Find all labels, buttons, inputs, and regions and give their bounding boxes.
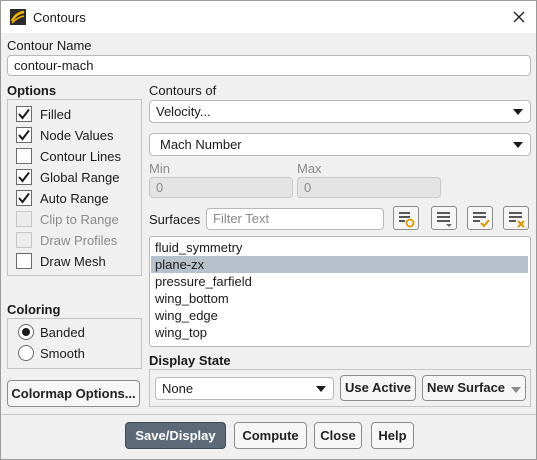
surface-list-item[interactable]: wing_bottom xyxy=(151,290,528,307)
use-active-button[interactable]: Use Active xyxy=(340,375,416,401)
colormap-options-label: Colormap Options... xyxy=(11,386,136,401)
deselect-all-button[interactable] xyxy=(503,206,529,230)
options-heading: Options xyxy=(7,83,57,98)
checkbox-draw-profiles-label: Draw Profiles xyxy=(40,233,118,248)
close-label: Close xyxy=(320,428,356,443)
checkbox-draw-mesh-label: Draw Mesh xyxy=(40,254,106,269)
radio-smooth[interactable] xyxy=(18,345,34,361)
display-state-heading: Display State xyxy=(149,353,231,368)
select-all-check-icon xyxy=(473,212,490,228)
new-surface-label: New Surface xyxy=(427,380,506,395)
select-all-button[interactable] xyxy=(431,206,457,230)
checkbox-node-values-label: Node Values xyxy=(40,128,114,143)
use-active-label: Use Active xyxy=(345,380,411,395)
radio-smooth-label: Smooth xyxy=(40,346,85,361)
surfaces-list: fluid_symmetry plane-zx pressure_farfield w… xyxy=(149,236,531,347)
checkbox-global-range[interactable] xyxy=(16,169,32,185)
ansys-fluent-icon xyxy=(10,9,26,25)
contours-of-category-value: Velocity... xyxy=(156,104,211,119)
chevron-down-icon xyxy=(511,387,521,393)
deselect-all-icon xyxy=(509,212,525,228)
checkbox-filled-label: Filled xyxy=(40,107,72,122)
checkmark-icon xyxy=(18,108,30,120)
checkmark-icon xyxy=(18,192,30,204)
checkbox-contour-lines[interactable] xyxy=(16,148,32,164)
display-state-select[interactable]: None xyxy=(155,377,334,400)
chevron-down-icon xyxy=(513,142,523,148)
contours-of-quantity-value: Mach Number xyxy=(160,137,242,152)
chevron-down-icon xyxy=(513,109,523,115)
help-label: Help xyxy=(378,428,407,443)
radio-banded[interactable] xyxy=(18,324,34,340)
close-icon[interactable] xyxy=(509,7,529,27)
checkbox-auto-range-label: Auto Range xyxy=(40,191,109,206)
title-bar: Contours xyxy=(1,1,536,33)
save-display-label: Save/Display xyxy=(135,428,216,443)
chevron-down-icon xyxy=(316,386,326,392)
display-state-value: None xyxy=(162,381,194,396)
help-button[interactable]: Help xyxy=(371,422,414,449)
checkmark-icon xyxy=(18,129,30,141)
checkbox-clip-to-range-label: Clip to Range xyxy=(40,212,119,227)
checkbox-global-range-label: Global Range xyxy=(40,170,120,185)
surface-list-item[interactable]: fluid_symmetry xyxy=(151,239,528,256)
select-all-icon xyxy=(437,212,452,227)
new-surface-icon xyxy=(399,212,415,228)
coloring-heading: Coloring xyxy=(7,302,61,317)
max-label: Max xyxy=(297,161,322,176)
checkbox-clip-to-range xyxy=(16,211,32,227)
contour-name-label: Contour Name xyxy=(7,38,92,53)
coloring-panel: Banded Smooth xyxy=(7,318,142,369)
checkbox-node-values[interactable] xyxy=(16,127,32,143)
save-display-button[interactable]: Save/Display xyxy=(125,422,226,449)
new-surface-menu-button[interactable]: New Surface xyxy=(422,375,526,401)
contours-of-label: Contours of xyxy=(149,83,217,98)
surfaces-filter-input[interactable]: Filter Text xyxy=(206,208,384,230)
compute-button[interactable]: Compute xyxy=(234,422,307,449)
contours-dialog: Contours Contour Name contour-mach Optio… xyxy=(0,0,537,460)
max-input[interactable]: 0 xyxy=(297,177,441,198)
checkbox-contour-lines-label: Contour Lines xyxy=(40,149,121,164)
radio-banded-dot xyxy=(22,328,30,336)
surface-list-item[interactable]: plane-zx xyxy=(151,256,528,273)
contour-name-input[interactable]: contour-mach xyxy=(7,55,531,76)
checkmark-icon xyxy=(18,171,30,183)
min-input[interactable]: 0 xyxy=(149,177,293,198)
checkbox-draw-mesh[interactable] xyxy=(16,253,32,269)
checkbox-filled[interactable] xyxy=(16,106,32,122)
contours-of-quantity-select[interactable]: Mach Number xyxy=(149,133,531,156)
select-all-check-button[interactable] xyxy=(467,206,493,230)
surfaces-label: Surfaces xyxy=(149,212,201,227)
surface-list-item[interactable]: wing_edge xyxy=(151,307,528,324)
close-button[interactable]: Close xyxy=(314,422,362,449)
surface-list-item[interactable]: pressure_farfield xyxy=(151,273,528,290)
options-panel: Filled Node Values Contour Lines Global Ran… xyxy=(7,99,142,276)
min-label: Min xyxy=(149,161,170,176)
new-surface-button[interactable] xyxy=(393,206,419,230)
contours-of-category-select[interactable]: Velocity... xyxy=(149,100,531,123)
compute-label: Compute xyxy=(242,428,299,443)
checkbox-auto-range[interactable] xyxy=(16,190,32,206)
checkbox-draw-profiles xyxy=(16,232,32,248)
window-title: Contours xyxy=(33,10,86,25)
surface-list-item[interactable]: wing_top xyxy=(151,324,528,341)
footer-separator xyxy=(1,414,536,415)
radio-banded-label: Banded xyxy=(40,325,85,340)
colormap-options-button[interactable]: Colormap Options... xyxy=(7,380,140,407)
